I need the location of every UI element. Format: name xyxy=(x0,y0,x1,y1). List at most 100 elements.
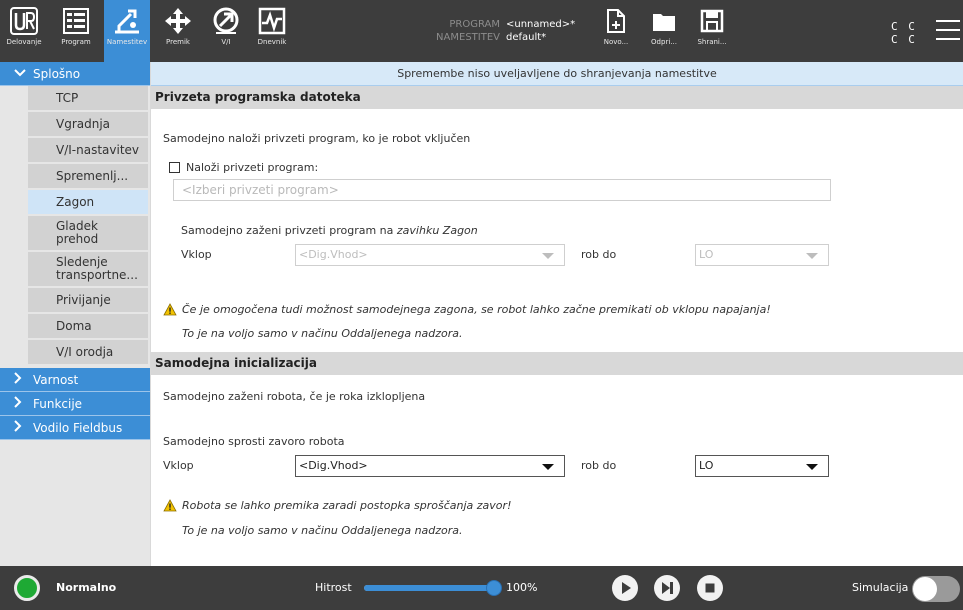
autostart-input-value: <Dig.Vhod> xyxy=(299,248,368,261)
tab-delovanje[interactable]: Delovanje xyxy=(0,0,48,62)
speed-label: Hitrost xyxy=(315,581,352,594)
sidebar-group-fieldbus[interactable]: Vodilo Fieldbus xyxy=(0,416,150,440)
sidebar-group-funkcije[interactable]: Funkcije xyxy=(0,392,150,416)
tool-premik-label: Premik xyxy=(166,38,190,46)
sidebar-group-label: Splošno xyxy=(33,66,81,81)
program-key: PROGRAM xyxy=(449,19,500,30)
new-file-button[interactable]: Novo... xyxy=(598,0,634,62)
autostart-label: Samodejno zaženi privzeti program na zav… xyxy=(181,224,478,237)
open-file-button[interactable]: Odpri... xyxy=(646,0,682,62)
io-icon xyxy=(213,7,239,34)
sidebar-group-label: Funkcije xyxy=(33,396,83,411)
chevron-down-icon xyxy=(806,464,818,470)
sidebar-item-label: V/I orodja xyxy=(56,345,114,359)
move-arrows-icon xyxy=(165,8,191,34)
sidebar-item-gladek-prehod[interactable]: Gladek prehod xyxy=(28,216,148,252)
ur-logo-icon xyxy=(10,7,38,35)
controller-status-bottom: C C xyxy=(891,33,917,46)
tab-program[interactable]: Program xyxy=(50,0,102,62)
stop-icon xyxy=(705,583,715,593)
sidebar-item-doma[interactable]: Doma xyxy=(28,314,148,340)
simulation-toggle[interactable] xyxy=(912,576,960,602)
autostart-input-label: Vklop xyxy=(181,248,212,261)
default-program-field[interactable]: <Izberi privzeti program> xyxy=(173,179,831,201)
tool-dnevnik[interactable]: Dnevnik xyxy=(252,0,292,62)
sidebar-group-varnost[interactable]: Varnost xyxy=(0,368,150,392)
warning-icon xyxy=(163,303,177,316)
sidebar-item-tcp[interactable]: TCP xyxy=(28,86,148,112)
chevron-down-icon xyxy=(806,253,818,259)
brake-input-select[interactable]: <Dig.Vhod> xyxy=(295,455,565,477)
stop-button[interactable] xyxy=(697,575,723,601)
brake-release-label: Samodejno sprosti zavoro robota xyxy=(163,435,345,448)
controller-status: C C C C xyxy=(891,20,917,46)
sidebar-item-spremenljivke[interactable]: Spremenlj... xyxy=(28,164,148,190)
autostart-prefix: Samodejno zaženi privzeti program na xyxy=(181,224,397,237)
tool-vi[interactable]: V/I xyxy=(206,0,246,62)
default-program-description: Samodejno naloži privzeti program, ko je… xyxy=(163,132,471,145)
tab-namestitev[interactable]: Namestitev xyxy=(104,0,150,62)
step-icon xyxy=(662,582,673,594)
sidebar-item-vgradnja[interactable]: Vgradnja xyxy=(28,112,148,138)
save-icon xyxy=(700,9,724,33)
brake-edge-select[interactable]: LO xyxy=(695,455,829,477)
sidebar-item-label: Zagon xyxy=(56,195,95,209)
installation-value: default* xyxy=(506,32,547,43)
autostart-edge-select[interactable]: LO xyxy=(695,244,829,266)
sidebar-item-label: Vgradnja xyxy=(56,117,111,131)
sidebar-group-label: Varnost xyxy=(33,372,79,387)
speed-slider[interactable] xyxy=(364,580,502,596)
chevron-right-icon xyxy=(14,396,28,411)
autostart-edge-value: LO xyxy=(699,248,714,261)
robot-status-label: Normalno xyxy=(56,581,117,594)
tab-delovanje-label: Delovanje xyxy=(6,38,42,46)
hamburger-menu-icon[interactable] xyxy=(936,20,960,42)
tool-premik[interactable]: Premik xyxy=(158,0,198,62)
chevron-down-icon xyxy=(542,253,554,259)
tool-dnevnik-label: Dnevnik xyxy=(257,38,287,46)
chevron-right-icon xyxy=(14,372,28,387)
brake-warning: Robota se lahko premika zaradi postopka … xyxy=(182,499,512,512)
save-file-label: Shrani... xyxy=(697,38,727,46)
speed-slider-fill xyxy=(364,585,498,591)
sidebar-item-label: Doma xyxy=(56,319,92,333)
sidebar-item-label: Spremenlj... xyxy=(56,169,129,183)
new-file-label: Novo... xyxy=(603,38,629,46)
save-file-button[interactable]: Shrani... xyxy=(694,0,730,62)
brake-edge-label: rob do xyxy=(581,459,617,472)
sidebar-item-vi-orodja[interactable]: V/I orodja xyxy=(28,340,148,366)
chevron-right-icon xyxy=(14,420,28,435)
chevron-down-icon xyxy=(542,464,554,470)
simulation-toggle-knob xyxy=(913,577,937,601)
sidebar-group-label: Vodilo Fieldbus xyxy=(33,420,123,435)
unsaved-notice: Spremembe niso uveljavljene do shranjeva… xyxy=(151,62,963,86)
section-default-program: Privzeta programska datoteka xyxy=(151,86,963,109)
header-bar: Delovanje Program Namestitev Premik V/I … xyxy=(0,0,963,62)
simulation-label: Simulacija xyxy=(852,581,909,594)
installation-key: NAMESTITEV xyxy=(436,32,500,43)
installation-icon xyxy=(115,9,139,34)
chevron-down-icon xyxy=(14,67,28,80)
autostart-input-select[interactable]: <Dig.Vhod> xyxy=(295,244,565,266)
sidebar-item-privijanje[interactable]: Privijanje xyxy=(28,288,148,314)
load-default-program-label: Naloži privzeti program: xyxy=(186,161,319,174)
sidebar-item-zagon[interactable]: Zagon xyxy=(28,190,148,216)
sidebar: Splošno TCP Vgradnja V/I-nastavitev Spre… xyxy=(0,62,150,566)
program-info: PROGRAM <unnamed>* NAMESTITEV default* xyxy=(420,18,575,44)
sidebar-item-vi-nastavitev[interactable]: V/I-nastavitev xyxy=(28,138,148,164)
play-icon xyxy=(622,582,631,594)
speed-slider-handle[interactable] xyxy=(486,580,502,596)
robot-status-icon[interactable] xyxy=(14,575,40,601)
program-list-icon xyxy=(63,8,89,34)
sidebar-item-sledenje[interactable]: Sledenje transportne... xyxy=(28,252,148,288)
sidebar-group-splosno[interactable]: Splošno xyxy=(0,62,150,86)
brake-input-value: <Dig.Vhod> xyxy=(299,459,368,472)
sidebar-item-label: V/I-nastavitev xyxy=(56,143,140,157)
section-auto-init: Samodejna inicializacija xyxy=(151,352,963,375)
load-default-program-checkbox[interactable] xyxy=(169,162,180,173)
open-file-label: Odpri... xyxy=(651,38,677,46)
step-button[interactable] xyxy=(654,575,680,601)
warning-icon xyxy=(163,499,177,512)
log-icon xyxy=(258,7,286,35)
play-button[interactable] xyxy=(612,575,638,601)
